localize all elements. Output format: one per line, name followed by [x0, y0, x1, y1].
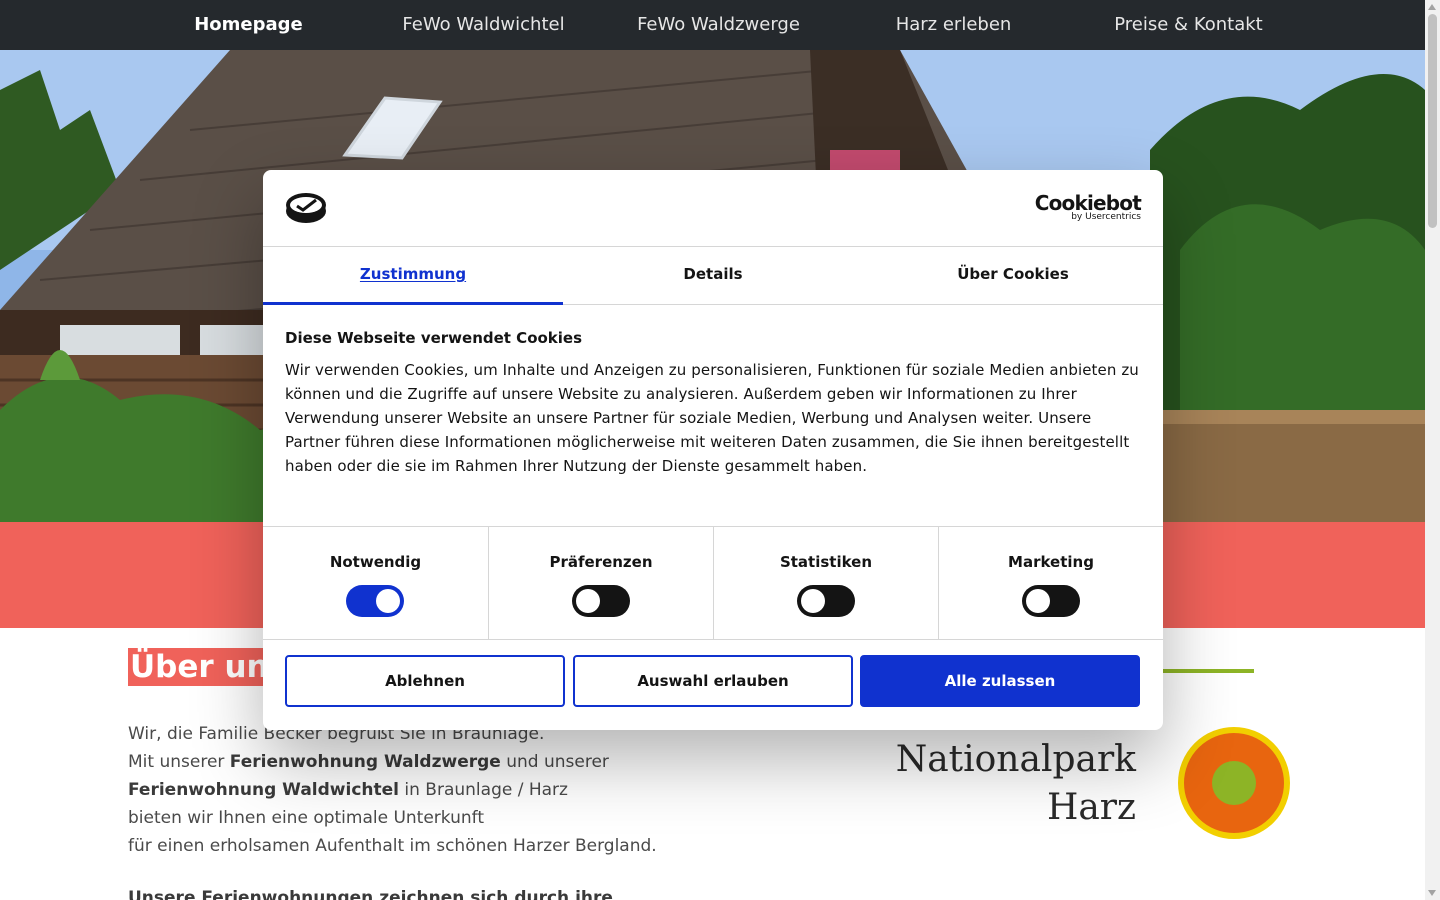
toggle-knob [376, 589, 400, 613]
toggle-knob [801, 589, 825, 613]
category-notwendig: Notwendig [263, 527, 488, 640]
dialog-body: Diese Webseite verwendet Cookies Wir ver… [285, 326, 1141, 478]
dialog-title: Diese Webseite verwendet Cookies [285, 329, 583, 347]
intro-line-2: Mit unserer Ferienwohnung Waldzwerge und… [128, 752, 609, 772]
toggle-notwendig[interactable] [346, 585, 404, 617]
category-label: Marketing [1008, 553, 1094, 571]
category-label: Notwendig [329, 553, 422, 571]
np-logo-line2: Harz [1046, 787, 1136, 828]
category-marketing: Marketing [938, 527, 1163, 640]
nav-item-harz-erleben[interactable]: Harz erleben [836, 0, 1071, 50]
category-praeferenzen: Präferenzen [488, 527, 713, 640]
about-intro-text: Wir, die Familie Becker begrüßt Sie in B… [128, 720, 748, 860]
cookiebot-logo: Cookiebot by Usercentrics [1034, 191, 1142, 224]
about-more-text: Unsere Ferienwohnungen zeichnen sich dur… [128, 888, 613, 900]
dialog-tabs: Zustimmung Details Über Cookies [263, 247, 1163, 305]
toggle-knob [1026, 589, 1050, 613]
dialog-header: Cookiebot by Usercentrics [263, 170, 1163, 247]
np-logo-line1: Nationalpark [895, 739, 1136, 780]
nationalpark-harz-logo: Nationalpark Harz [896, 725, 1300, 845]
toggle-statistiken[interactable] [797, 585, 855, 617]
nav-item-fewo-waldwichtel[interactable]: FeWo Waldwichtel [366, 0, 601, 50]
allow-selection-button[interactable]: Auswahl erlauben [573, 655, 853, 707]
scroll-thumb[interactable] [1428, 14, 1437, 228]
np-logo-dot-icon [1212, 761, 1256, 805]
scroll-down-arrow-icon[interactable] [1428, 890, 1436, 896]
nav-item-preise-kontakt[interactable]: Preise & Kontakt [1071, 0, 1306, 50]
toggle-marketing[interactable] [1022, 585, 1080, 617]
main-navigation: Homepage FeWo Waldwichtel FeWo Waldzwerg… [0, 0, 1425, 50]
category-label: Präferenzen [549, 553, 653, 571]
consent-categories: Notwendig Präferenzen Statistiken Market… [263, 526, 1163, 640]
scroll-up-arrow-icon[interactable] [1428, 4, 1436, 10]
nav-item-fewo-waldzwerge[interactable]: FeWo Waldzwerge [601, 0, 836, 50]
toggle-praeferenzen[interactable] [572, 585, 630, 617]
page-scrollbar[interactable] [1425, 0, 1440, 900]
tab-zustimmung[interactable]: Zustimmung [263, 247, 563, 305]
cookie-consent-dialog: Cookiebot by Usercentrics Zustimmung Det… [263, 170, 1163, 730]
category-label: Statistiken [779, 553, 873, 571]
nav-item-homepage[interactable]: Homepage [131, 0, 366, 50]
intro-line-4: bieten wir Ihnen eine optimale Unterkunf… [128, 808, 485, 828]
tab-ueber-cookies[interactable]: Über Cookies [863, 247, 1163, 305]
dialog-description: Wir verwenden Cookies, um Inhalte und An… [285, 361, 1139, 475]
np-logo-circle-icon [1178, 727, 1290, 839]
category-statistiken: Statistiken [713, 527, 938, 640]
cookiebot-by: by Usercentrics [1071, 212, 1141, 222]
allow-all-button[interactable]: Alle zulassen [860, 655, 1140, 707]
site-logo-icon [285, 192, 327, 224]
toggle-knob [576, 589, 600, 613]
intro-line-3: Ferienwohnung Waldwichtel in Braunlage /… [128, 780, 568, 800]
reject-button[interactable]: Ablehnen [285, 655, 565, 707]
intro-line-5: für einen erholsamen Aufenthalt im schön… [128, 836, 657, 856]
tab-details[interactable]: Details [563, 247, 863, 305]
cookiebot-name: Cookiebot [1034, 191, 1142, 215]
